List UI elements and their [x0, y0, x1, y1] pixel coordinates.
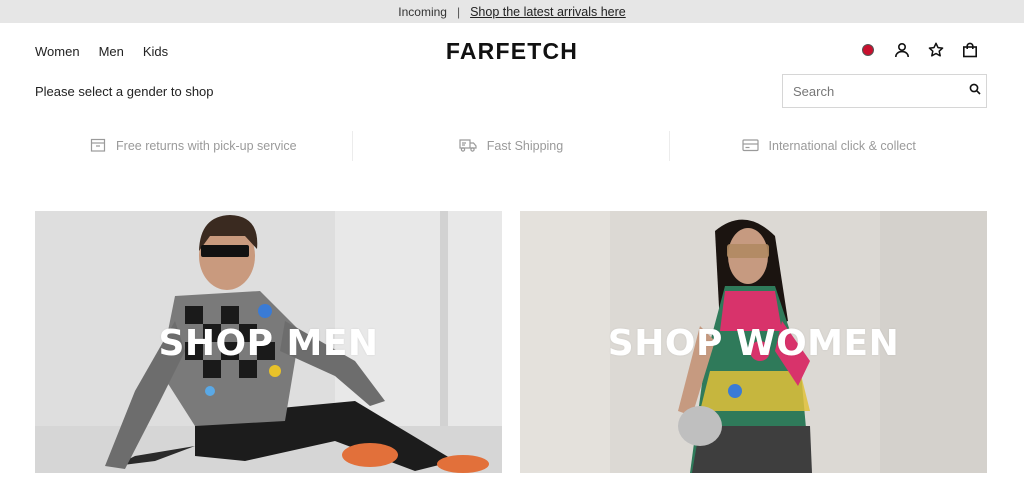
shop-women-label: SHOP WOMEN — [607, 323, 900, 364]
search-icon[interactable] — [969, 82, 981, 100]
service-collect: International click & collect — [670, 131, 987, 161]
service-benefits: Free returns with pick-up service Fast S… — [35, 131, 987, 161]
latest-arrivals-link[interactable]: Shop the latest arrivals here — [470, 5, 626, 19]
search-input[interactable] — [793, 83, 969, 99]
promo-bar: Incoming | Shop the latest arrivals here — [0, 0, 1024, 23]
shopping-bag-icon[interactable] — [962, 42, 978, 58]
gender-prompt: Please select a gender to shop — [35, 84, 214, 99]
header-icons — [860, 42, 978, 58]
truck-icon — [459, 137, 477, 156]
card-icon — [741, 137, 759, 156]
service-returns: Free returns with pick-up service — [35, 131, 353, 161]
wishlist-star-icon[interactable] — [928, 42, 944, 58]
search-box — [782, 74, 987, 108]
shop-women-card[interactable]: SHOP WOMEN — [520, 211, 987, 473]
returns-box-icon — [90, 137, 106, 156]
account-icon[interactable] — [894, 42, 910, 58]
service-collect-label: International click & collect — [768, 139, 916, 153]
promo-separator: | — [456, 4, 461, 19]
promo-incoming-text: Incoming — [398, 4, 447, 19]
shop-men-card[interactable]: SHOP MEN — [35, 211, 502, 473]
service-shipping-label: Fast Shipping — [486, 139, 564, 153]
service-returns-label: Free returns with pick-up service — [116, 139, 297, 153]
shop-men-label: SHOP MEN — [158, 323, 379, 364]
region-flag-icon[interactable] — [860, 42, 876, 58]
service-shipping: Fast Shipping — [353, 131, 671, 161]
